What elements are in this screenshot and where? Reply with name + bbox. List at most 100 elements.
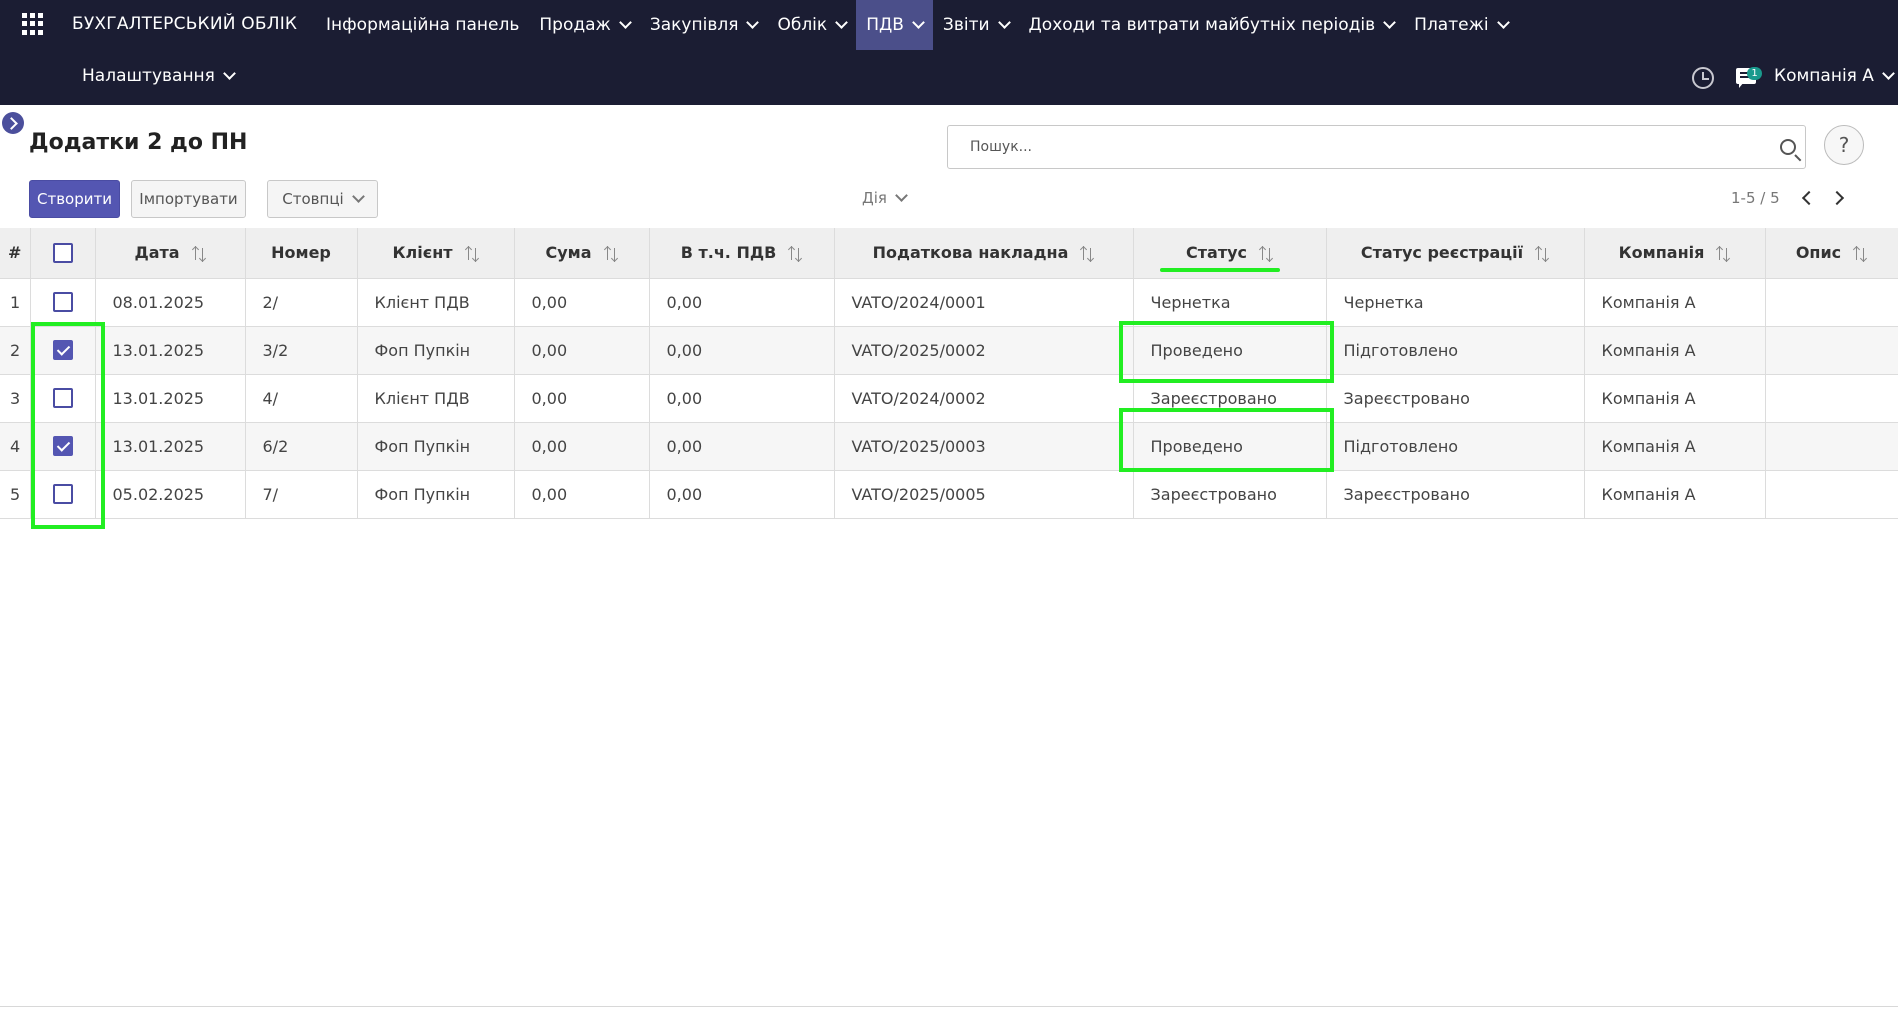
cell-reg-status[interactable]: Зареєстровано bbox=[1326, 470, 1585, 519]
cell-vat[interactable]: 0,00 bbox=[649, 374, 835, 423]
row-checkbox[interactable] bbox=[52, 388, 73, 409]
cell-invoice[interactable]: VATO/2025/0002 bbox=[834, 326, 1134, 375]
select-all-checkbox[interactable] bbox=[52, 243, 73, 263]
import-button[interactable]: Імпортувати bbox=[131, 180, 246, 218]
row-checkbox[interactable] bbox=[52, 484, 73, 505]
cell-reg-status[interactable]: Зареєстровано bbox=[1326, 374, 1585, 423]
row-checkbox[interactable] bbox=[52, 340, 73, 361]
cell-number[interactable]: 3/2 bbox=[245, 326, 358, 375]
header-invoice[interactable]: Податкова накладна bbox=[834, 228, 1134, 279]
cell-description[interactable] bbox=[1765, 422, 1898, 471]
pager-previous-icon[interactable] bbox=[1801, 190, 1817, 206]
chevron-down-icon bbox=[1383, 15, 1397, 29]
cell-client[interactable]: Фоп Пупкін bbox=[357, 326, 515, 375]
header-reg-status[interactable]: Статус реєстрації bbox=[1326, 228, 1585, 279]
cell-reg-status[interactable]: Підготовлено bbox=[1326, 422, 1585, 471]
cell-reg-status[interactable]: Чернетка bbox=[1326, 278, 1585, 327]
cell-description[interactable] bbox=[1765, 326, 1898, 375]
menu-dashboard[interactable]: Інформаційна панель bbox=[316, 0, 529, 50]
cell-date[interactable]: 13.01.2025 bbox=[95, 374, 246, 423]
header-client[interactable]: Клієнт bbox=[357, 228, 515, 279]
cell-number[interactable]: 4/ bbox=[245, 374, 358, 423]
sidebar-toggle-icon[interactable] bbox=[2, 112, 24, 134]
chevron-down-icon bbox=[1496, 15, 1510, 29]
company-switcher[interactable]: Компанія А bbox=[1774, 66, 1895, 86]
columns-button[interactable]: Стовпці bbox=[267, 180, 378, 218]
cell-number[interactable]: 6/2 bbox=[245, 422, 358, 471]
table-row[interactable]: 4 13.01.2025 6/2 Фоп Пупкін 0,00 0,00 VATO/202… bbox=[0, 422, 1898, 471]
activity-clock-icon[interactable] bbox=[1692, 67, 1714, 89]
create-button[interactable]: Створити bbox=[29, 180, 120, 218]
header-company[interactable]: Компанія bbox=[1584, 228, 1766, 279]
menu-payments[interactable]: Платежі bbox=[1404, 0, 1517, 50]
cell-company[interactable]: Компанія А bbox=[1584, 422, 1766, 471]
cell-description[interactable] bbox=[1765, 278, 1898, 327]
table-row[interactable]: 3 13.01.2025 4/Клієнт ПДВ 0,00 0,00 VATO/2024… bbox=[0, 374, 1898, 423]
cell-vat[interactable]: 0,00 bbox=[649, 422, 835, 471]
row-checkbox[interactable] bbox=[52, 292, 73, 313]
row-select-cell bbox=[30, 326, 96, 375]
menu-sales[interactable]: Продаж bbox=[529, 0, 639, 50]
header-number[interactable]: Номер bbox=[245, 228, 358, 279]
cell-vat[interactable]: 0,00 bbox=[649, 470, 835, 519]
cell-status[interactable]: Зареєстровано bbox=[1133, 374, 1327, 423]
header-status[interactable]: Статус bbox=[1133, 228, 1327, 279]
main-menu: Інформаційна панель Продаж Закупівля Обл… bbox=[316, 0, 1518, 50]
header-description[interactable]: Опис bbox=[1765, 228, 1898, 279]
cell-date[interactable]: 13.01.2025 bbox=[95, 326, 246, 375]
menu-accounting[interactable]: Облік bbox=[767, 0, 856, 50]
action-dropdown[interactable]: Дія bbox=[862, 188, 908, 207]
cell-vat[interactable]: 0,00 bbox=[649, 326, 835, 375]
app-title[interactable]: БУХГАЛТЕРСЬКИЙ ОБЛІК bbox=[72, 14, 297, 34]
cell-client[interactable]: Клієнт ПДВ bbox=[357, 374, 515, 423]
pager-next-icon[interactable] bbox=[1829, 190, 1845, 206]
cell-company[interactable]: Компанія А bbox=[1584, 470, 1766, 519]
header-vat[interactable]: В т.ч. ПДВ bbox=[649, 228, 835, 279]
cell-sum[interactable]: 0,00 bbox=[514, 326, 650, 375]
table-row[interactable]: 2 13.01.2025 3/2 Фоп Пупкін 0,00 0,00 VATO/202… bbox=[0, 326, 1898, 375]
menu-vat[interactable]: ПДВ bbox=[856, 0, 933, 50]
cell-client[interactable]: Фоп Пупкін bbox=[357, 470, 515, 519]
row-checkbox[interactable] bbox=[52, 436, 73, 457]
cell-vat[interactable]: 0,00 bbox=[649, 278, 835, 327]
cell-invoice[interactable]: VATO/2025/0003 bbox=[834, 422, 1134, 471]
cell-date[interactable]: 08.01.2025 bbox=[95, 278, 246, 327]
header-date[interactable]: Дата bbox=[95, 228, 246, 279]
cell-reg-status[interactable]: Підготовлено bbox=[1326, 326, 1585, 375]
cell-date[interactable]: 05.02.2025 bbox=[95, 470, 246, 519]
cell-sum[interactable]: 0,00 bbox=[514, 422, 650, 471]
search-icon[interactable] bbox=[1780, 139, 1796, 155]
cell-sum[interactable]: 0,00 bbox=[514, 278, 650, 327]
cell-status[interactable]: Проведено bbox=[1133, 422, 1327, 471]
menu-settings[interactable]: Налаштування bbox=[82, 66, 236, 86]
menu-deferred[interactable]: Доходи та витрати майбутніх періодів bbox=[1019, 0, 1405, 50]
cell-status[interactable]: Чернетка bbox=[1133, 278, 1327, 327]
cell-sum[interactable]: 0,00 bbox=[514, 374, 650, 423]
table-row[interactable]: 1 08.01.2025 2/Клієнт ПДВ 0,00 0,00 VATO/2024… bbox=[0, 278, 1898, 327]
cell-sum[interactable]: 0,00 bbox=[514, 470, 650, 519]
cell-status[interactable]: Зареєстровано bbox=[1133, 470, 1327, 519]
cell-company[interactable]: Компанія А bbox=[1584, 374, 1766, 423]
pager-value[interactable]: 1-5 / 5 bbox=[1731, 189, 1780, 207]
cell-invoice[interactable]: VATO/2025/0005 bbox=[834, 470, 1134, 519]
cell-number[interactable]: 2/ bbox=[245, 278, 358, 327]
cell-company[interactable]: Компанія А bbox=[1584, 278, 1766, 327]
menu-reports[interactable]: Звіти bbox=[933, 0, 1019, 50]
help-button[interactable]: ? bbox=[1824, 125, 1864, 165]
sort-icon bbox=[1853, 245, 1868, 262]
table-row[interactable]: 5 05.02.2025 7/Фоп Пупкін 0,00 0,00 VATO/2025… bbox=[0, 470, 1898, 519]
search-input[interactable] bbox=[970, 136, 1750, 158]
cell-status[interactable]: Проведено bbox=[1133, 326, 1327, 375]
cell-client[interactable]: Клієнт ПДВ bbox=[357, 278, 515, 327]
cell-description[interactable] bbox=[1765, 470, 1898, 519]
cell-number[interactable]: 7/ bbox=[245, 470, 358, 519]
menu-purchases[interactable]: Закупівля bbox=[640, 0, 768, 50]
cell-date[interactable]: 13.01.2025 bbox=[95, 422, 246, 471]
cell-client[interactable]: Фоп Пупкін bbox=[357, 422, 515, 471]
cell-description[interactable] bbox=[1765, 374, 1898, 423]
cell-company[interactable]: Компанія А bbox=[1584, 326, 1766, 375]
apps-menu-icon[interactable] bbox=[22, 13, 44, 35]
cell-invoice[interactable]: VATO/2024/0002 bbox=[834, 374, 1134, 423]
cell-invoice[interactable]: VATO/2024/0001 bbox=[834, 278, 1134, 327]
header-sum[interactable]: Сума bbox=[514, 228, 650, 279]
